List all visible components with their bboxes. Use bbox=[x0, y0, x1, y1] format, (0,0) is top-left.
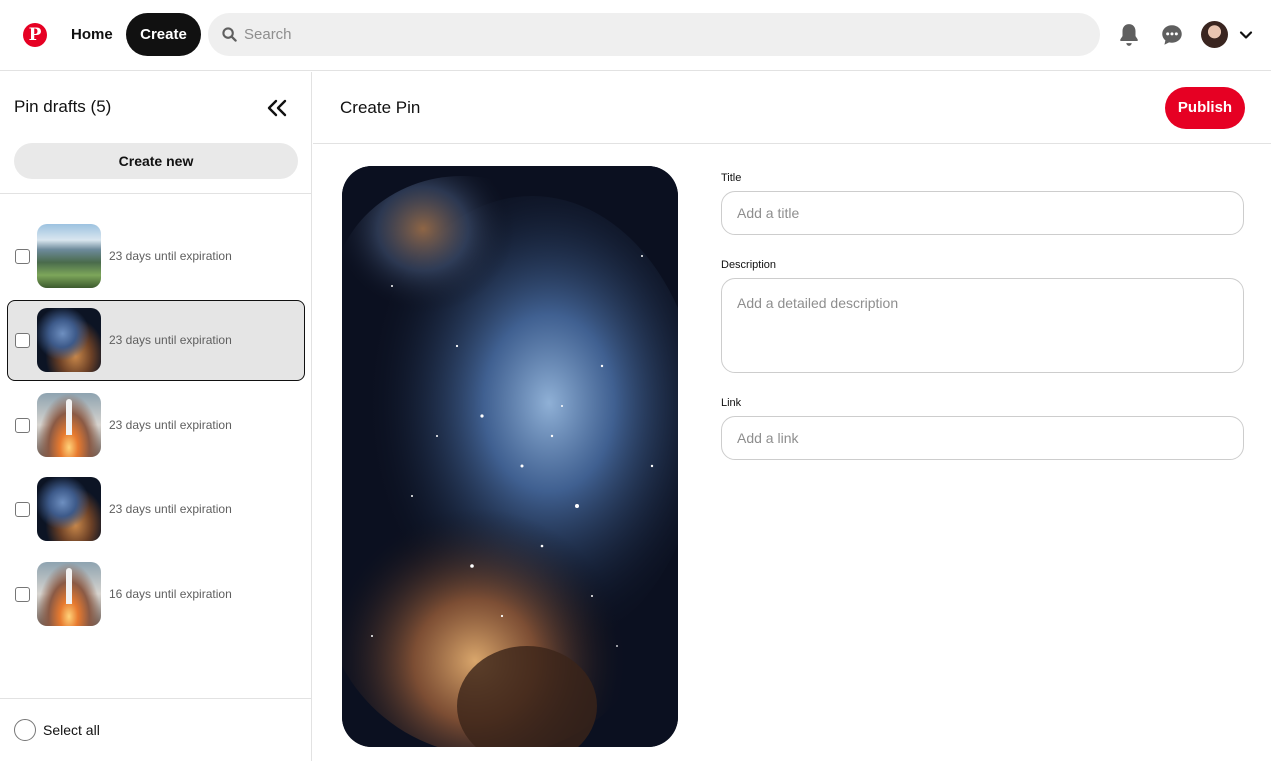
top-navigation-bar: P Home Create bbox=[0, 0, 1271, 71]
draft-thumbnail bbox=[37, 308, 101, 372]
title-field[interactable] bbox=[721, 191, 1244, 235]
draft-checkbox[interactable] bbox=[15, 502, 30, 517]
pin-drafts-sidebar: Pin drafts (5) Create new 23 days until … bbox=[0, 72, 312, 761]
draft-expiration: 16 days until expiration bbox=[109, 587, 232, 601]
draft-expiration: 23 days until expiration bbox=[109, 418, 232, 432]
create-new-button[interactable]: Create new bbox=[14, 143, 298, 179]
pinterest-logo-icon[interactable]: P bbox=[23, 23, 47, 47]
draft-checkbox[interactable] bbox=[15, 587, 30, 602]
divider bbox=[0, 698, 312, 699]
divider bbox=[0, 193, 312, 194]
home-nav-link[interactable]: Home bbox=[58, 13, 126, 56]
link-field[interactable] bbox=[721, 416, 1244, 460]
draft-thumbnail bbox=[37, 393, 101, 457]
draft-thumbnail bbox=[37, 224, 101, 288]
page-title: Create Pin bbox=[340, 98, 421, 117]
draft-checkbox[interactable] bbox=[15, 333, 30, 348]
draft-expiration: 23 days until expiration bbox=[109, 333, 232, 347]
draft-item[interactable]: 23 days until expiration bbox=[7, 469, 305, 550]
select-all-label: Select all bbox=[43, 722, 100, 738]
chat-bubble-icon[interactable] bbox=[1159, 22, 1185, 48]
pin-image-preview bbox=[342, 166, 678, 747]
draft-checkbox[interactable] bbox=[15, 418, 30, 433]
draft-thumbnail bbox=[37, 562, 101, 626]
sidebar-title: Pin drafts (5) bbox=[14, 97, 112, 116]
draft-expiration: 23 days until expiration bbox=[109, 502, 232, 516]
search-input[interactable] bbox=[244, 13, 1084, 56]
collapse-sidebar-icon[interactable] bbox=[264, 97, 290, 119]
draft-checkbox[interactable] bbox=[15, 249, 30, 264]
draft-item[interactable]: 23 days until expiration bbox=[7, 216, 305, 297]
create-nav-button[interactable]: Create bbox=[126, 13, 201, 56]
draft-expiration: 23 days until expiration bbox=[109, 249, 232, 263]
description-field[interactable] bbox=[721, 278, 1244, 373]
search-bar[interactable] bbox=[208, 13, 1100, 56]
avatar[interactable] bbox=[1201, 21, 1228, 48]
create-pin-header: Create Pin Publish bbox=[313, 72, 1271, 144]
draft-item[interactable]: 16 days until expiration bbox=[7, 554, 305, 635]
draft-thumbnail bbox=[37, 477, 101, 541]
select-all-radio[interactable] bbox=[14, 719, 36, 741]
publish-button[interactable]: Publish bbox=[1165, 87, 1245, 129]
chevron-down-icon[interactable] bbox=[1239, 28, 1253, 42]
nebula-image bbox=[342, 166, 678, 747]
link-label: Link bbox=[721, 397, 742, 409]
description-label: Description bbox=[721, 259, 777, 271]
search-icon bbox=[222, 27, 237, 42]
bell-icon[interactable] bbox=[1116, 22, 1142, 48]
draft-item[interactable]: 23 days until expiration bbox=[7, 385, 305, 466]
logo-letter: P bbox=[28, 25, 42, 45]
draft-item-selected[interactable]: 23 days until expiration bbox=[7, 300, 305, 381]
title-label: Title bbox=[721, 172, 742, 184]
